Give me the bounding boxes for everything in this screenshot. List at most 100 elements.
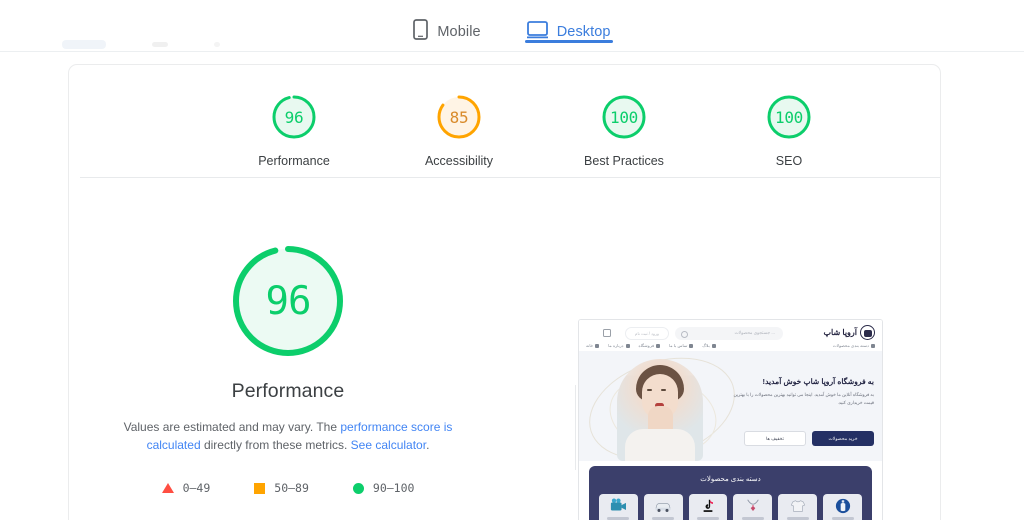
site-nav-item-3[interactable]: درباره ما bbox=[608, 343, 630, 348]
score-gauge-accessibility[interactable]: 85 Accessibility bbox=[404, 91, 514, 168]
hero-primary-button[interactable]: خرید محصولات bbox=[812, 431, 874, 446]
categories-title: دسته بندی محصولات bbox=[700, 476, 761, 483]
category-tiles bbox=[599, 494, 862, 520]
ghost-block-c bbox=[214, 41, 220, 47]
category-tile-clothing[interactable] bbox=[778, 494, 818, 520]
category-tile-car[interactable] bbox=[643, 494, 683, 520]
legend-item-average: 50–89 bbox=[254, 481, 309, 495]
site-nav-label-4: خانه bbox=[586, 343, 594, 348]
score-summary-row: 96 Performance 85 Accessibility 100 Best… bbox=[239, 65, 940, 168]
category-tile-perfume[interactable] bbox=[823, 494, 862, 520]
model-body bbox=[625, 429, 695, 461]
necklace-icon bbox=[747, 499, 759, 511]
model-eye-left bbox=[647, 389, 652, 392]
ghost-block-a bbox=[62, 39, 106, 49]
site-categories-band: دسته بندی محصولات bbox=[589, 466, 872, 520]
perfume-icon bbox=[835, 498, 850, 514]
category-tile-tiktok[interactable] bbox=[688, 494, 728, 520]
gauge-value-performance: 96 bbox=[284, 107, 304, 127]
site-header: آروپا شاپ جستجوی محصولات ... ورود / ثبت … bbox=[579, 320, 882, 350]
site-menu-button[interactable]: دسته بندی محصولات bbox=[833, 343, 875, 348]
site-nav-item-0[interactable]: بلاگ bbox=[702, 343, 716, 348]
nav-dot-icon bbox=[711, 343, 716, 348]
site-hero: به فروشگاه آروپا شاپ خوش آمدید! به فروشگ… bbox=[579, 351, 882, 461]
tshirt-icon bbox=[790, 500, 805, 512]
gauge-value-accessibility: 85 bbox=[449, 107, 469, 127]
tab-mobile[interactable]: Mobile bbox=[409, 0, 484, 52]
logo-mark-icon bbox=[860, 325, 875, 340]
gauge-ring-best-practices: 100 bbox=[598, 91, 650, 143]
score-gauge-best-practices[interactable]: 100 Best Practices bbox=[569, 91, 679, 168]
site-nav-item-2[interactable]: فروشگاه bbox=[639, 343, 661, 348]
category-label-camera bbox=[607, 517, 630, 520]
tab-mobile-label: Mobile bbox=[437, 24, 481, 40]
triangle-icon bbox=[161, 483, 174, 493]
performance-category-title: Performance bbox=[231, 380, 345, 402]
tiktok-icon bbox=[703, 499, 714, 513]
performance-detail-panel: 96 Performance Values are estimated and … bbox=[69, 178, 507, 520]
screenshot-panel: آروپا شاپ جستجوی محصولات ... ورود / ثبت … bbox=[507, 178, 940, 520]
performance-gauge-large: 96 bbox=[227, 240, 349, 362]
nav-dot-icon bbox=[656, 343, 661, 348]
circle-icon bbox=[352, 482, 364, 494]
site-logo-text: آروپا شاپ bbox=[823, 328, 857, 337]
tab-desktop-label: Desktop bbox=[556, 24, 611, 40]
gauge-value-seo: 100 bbox=[775, 107, 803, 127]
site-nav-label-2: فروشگاه bbox=[638, 343, 655, 348]
gauge-label-performance: Performance bbox=[258, 154, 330, 168]
site-nav-item-1[interactable]: تماس با ما bbox=[669, 343, 694, 348]
camera-icon bbox=[611, 498, 627, 511]
site-account-label: ورود / ثبت نام bbox=[634, 331, 660, 336]
legend-item-good: 90–100 bbox=[352, 481, 415, 495]
hero-title: به فروشگاه آروپا شاپ خوش آمدید! bbox=[762, 377, 874, 386]
nav-dot-icon bbox=[625, 343, 630, 348]
final-screenshot: آروپا شاپ جستجوی محصولات ... ورود / ثبت … bbox=[578, 319, 883, 520]
legend-label-average: 50–89 bbox=[274, 481, 309, 495]
site-nav-label-0: بلاگ bbox=[702, 343, 710, 348]
site-nav-item-4[interactable]: خانه bbox=[586, 343, 600, 348]
see-calculator-link[interactable]: See calculator bbox=[351, 438, 426, 452]
hero-buttons: خرید محصولات تخفیف ها bbox=[744, 431, 874, 446]
phone-icon bbox=[413, 19, 429, 45]
score-gauge-performance[interactable]: 96 Performance bbox=[239, 91, 349, 168]
tab-active-underline bbox=[524, 40, 613, 43]
menu-icon bbox=[871, 343, 875, 348]
hero-text-block: به فروشگاه آروپا شاپ خوش آمدید! به فروشگ… bbox=[724, 377, 874, 406]
site-nav-label-3: درباره ما bbox=[608, 343, 624, 348]
site-account-button[interactable]: ورود / ثبت نام bbox=[625, 327, 669, 340]
note-text-3: . bbox=[426, 438, 430, 452]
gauge-value-best-practices: 100 bbox=[610, 107, 638, 127]
category-label-tiktok bbox=[697, 517, 720, 520]
gauge-label-seo: SEO bbox=[775, 154, 803, 168]
ghost-block-b bbox=[152, 41, 168, 47]
legend-item-poor: 0–49 bbox=[161, 481, 210, 495]
model-eye-right bbox=[661, 389, 666, 392]
site-menu-label: دسته بندی محصولات bbox=[832, 343, 869, 348]
screenshot-content: آروپا شاپ جستجوی محصولات ... ورود / ثبت … bbox=[579, 320, 882, 520]
cart-icon[interactable] bbox=[603, 329, 611, 337]
legend-label-good: 90–100 bbox=[372, 481, 415, 495]
category-label-jewelry bbox=[741, 517, 764, 520]
gauge-ring-accessibility: 85 bbox=[433, 91, 485, 143]
hero-secondary-button[interactable]: تخفیف ها bbox=[744, 431, 806, 446]
site-search-placeholder: جستجوی محصولات ... bbox=[734, 330, 775, 335]
site-search-input[interactable]: جستجوی محصولات ... bbox=[675, 327, 783, 340]
gauge-ring-performance: 96 bbox=[268, 91, 320, 143]
square-icon bbox=[254, 482, 266, 494]
note-text-1: Values are estimated and may vary. The bbox=[123, 420, 341, 434]
gauge-ring-seo: 100 bbox=[763, 91, 815, 143]
score-legend: 0–49 50–89 90–100 bbox=[161, 481, 415, 495]
performance-score-value: 96 bbox=[265, 278, 312, 324]
estimation-note: Values are estimated and may vary. The p… bbox=[108, 418, 468, 454]
nav-dot-icon bbox=[689, 343, 694, 348]
category-tile-camera[interactable] bbox=[599, 494, 638, 520]
note-text-2: directly from these metrics. bbox=[200, 438, 351, 452]
site-nav-label-1: تماس با ما bbox=[669, 343, 688, 348]
car-icon bbox=[655, 502, 671, 512]
site-nav: دسته بندی محصولات بلاگ تماس با ما فروشگا… bbox=[586, 342, 875, 349]
category-tile-jewelry[interactable] bbox=[733, 494, 773, 520]
hero-paragraph: به فروشگاه آنلاین ما خوش آمدید. اینجا می… bbox=[733, 392, 874, 405]
report-body: 96 Performance Values are estimated and … bbox=[69, 178, 940, 520]
tab-desktop[interactable]: Desktop bbox=[523, 0, 615, 52]
score-gauge-seo[interactable]: 100 SEO bbox=[734, 91, 844, 168]
